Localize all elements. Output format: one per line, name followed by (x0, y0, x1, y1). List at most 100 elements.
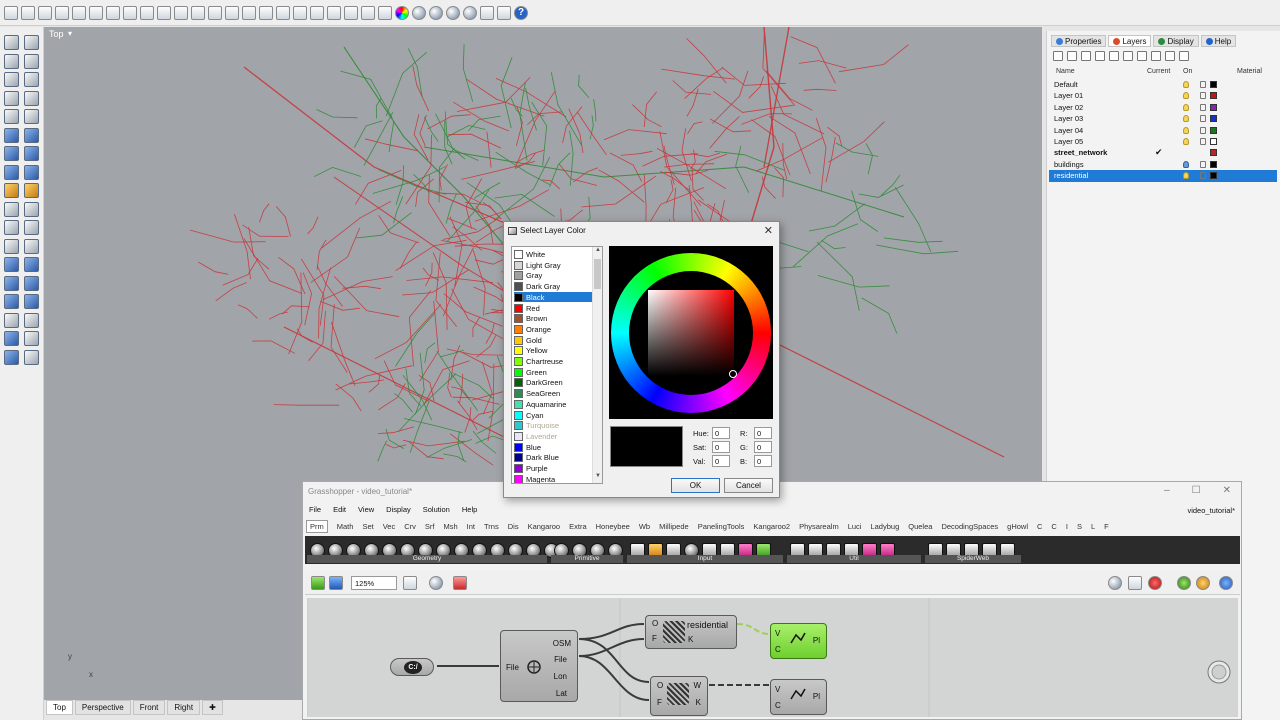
polygon-icon[interactable] (4, 90, 19, 106)
layer-visible-bulb-icon[interactable] (1183, 172, 1189, 180)
layer-menu-icon[interactable] (1165, 51, 1175, 61)
color-item-darkgreen[interactable]: DarkGreen (514, 377, 592, 388)
gh-tab-20[interactable]: Queleа (908, 522, 932, 531)
circle-icon[interactable] (4, 72, 19, 87)
color-item-red[interactable]: Red (514, 303, 592, 314)
layer-row-buildings[interactable]: buildings (1049, 159, 1277, 170)
ellipse-icon[interactable] (4, 109, 19, 124)
osm-output-lat[interactable]: Lat (556, 689, 567, 698)
zoom-window-icon[interactable] (191, 5, 205, 20)
tab-help[interactable]: Help (1200, 35, 1237, 47)
layer-visible-bulb-icon[interactable] (1183, 137, 1189, 145)
preview-selected-icon[interactable] (1177, 576, 1191, 590)
point-icon[interactable] (24, 35, 39, 50)
color-item-gray[interactable]: Gray (514, 270, 592, 281)
layer-visible-bulb-icon[interactable] (1183, 103, 1189, 111)
layer-color-swatch[interactable] (1210, 92, 1217, 100)
zoom-extents-icon[interactable] (403, 576, 417, 590)
column-current[interactable]: Current (1147, 68, 1170, 75)
print-icon[interactable] (55, 5, 69, 20)
preview-eye-icon[interactable] (429, 576, 443, 590)
gh-tab-22[interactable]: gHowl (1007, 522, 1028, 531)
color-item-magenta[interactable]: Magenta (514, 474, 592, 483)
layer-current-check[interactable]: ✔ (1155, 147, 1163, 158)
file-path-param[interactable]: C:/ (390, 658, 434, 676)
gh-tab-2[interactable]: Set (362, 522, 373, 531)
sketch-icon[interactable] (453, 576, 467, 590)
cancel-button[interactable]: Cancel (724, 478, 773, 493)
gh-tab-11[interactable]: Extra (569, 522, 587, 531)
box-icon[interactable] (4, 146, 19, 161)
new-sublayer-icon[interactable] (1067, 51, 1077, 61)
layer-lock-icon[interactable] (1200, 92, 1206, 100)
save-icon[interactable] (38, 5, 52, 20)
freeform-icon[interactable] (24, 109, 39, 124)
tools-icon[interactable] (1151, 51, 1161, 61)
rebuild-icon[interactable] (24, 238, 39, 254)
layer-lock-icon[interactable] (1200, 172, 1206, 180)
color-item-purple[interactable]: Purple (514, 463, 592, 474)
loft-icon[interactable] (24, 127, 39, 143)
add-viewport-tab[interactable]: ✚ (202, 700, 223, 715)
four-views-icon[interactable] (259, 5, 273, 20)
move-up-icon[interactable] (1095, 51, 1105, 61)
cut-icon[interactable] (72, 5, 86, 20)
gh-tab-19[interactable]: Ladybug (870, 522, 899, 531)
tab-layers[interactable]: Layers (1108, 35, 1152, 47)
wand-icon[interactable] (480, 5, 494, 20)
r-input[interactable]: 0 (754, 427, 772, 439)
color-item-turquoise[interactable]: Turquoise (514, 420, 592, 431)
residential-filter-component[interactable]: O F residential K (645, 615, 737, 649)
layer-visible-bulb-icon[interactable] (1183, 126, 1189, 134)
gh-tab-24[interactable]: C (1051, 522, 1056, 531)
sphere-rendered-icon[interactable] (429, 5, 443, 20)
color-item-cyan[interactable]: Cyan (514, 410, 592, 421)
gh-tab-7[interactable]: Int (467, 522, 475, 531)
gh-tab-15[interactable]: PanelingTools (698, 522, 745, 531)
filter2-output-k[interactable]: K (696, 698, 701, 707)
osm-output-file[interactable]: File (554, 655, 567, 664)
column-on[interactable]: On (1183, 68, 1192, 75)
transform-icon[interactable] (4, 275, 19, 291)
copy-icon[interactable] (89, 5, 103, 20)
layer-row-layer-04[interactable]: Layer 04 (1049, 125, 1277, 136)
explode-icon[interactable] (24, 220, 39, 235)
analyze-icon[interactable] (24, 294, 39, 309)
filter1-input-f[interactable]: F (652, 634, 657, 643)
sat-input[interactable]: 0 (712, 441, 730, 453)
document-name[interactable]: video_tutorial* (1187, 506, 1235, 515)
viewport-label[interactable]: Top (49, 29, 64, 39)
color-wheel-picker[interactable] (609, 246, 773, 419)
color-item-black[interactable]: Black (514, 291, 592, 303)
color-item-gold[interactable]: Gold (514, 335, 592, 346)
tools-icon[interactable] (497, 5, 511, 20)
b-input[interactable]: 0 (754, 455, 772, 467)
gh-tab-3[interactable]: Vec (383, 522, 396, 531)
extrude-icon[interactable] (24, 164, 39, 180)
gh-tab-0[interactable]: Prm (306, 520, 328, 533)
more-tools-icon[interactable] (24, 349, 39, 365)
maximize-icon[interactable]: ☐ (1192, 485, 1201, 496)
gh-tab-18[interactable]: Luci (848, 522, 862, 531)
menu-file[interactable]: File (309, 505, 321, 514)
layer-visible-bulb-icon[interactable] (1183, 92, 1189, 100)
target-icon[interactable] (293, 5, 307, 20)
color-item-chartreuse[interactable]: Chartreuse (514, 356, 592, 367)
layer-lock-icon[interactable] (1200, 126, 1206, 134)
delete-layer-icon[interactable] (1081, 51, 1091, 61)
tab-properties[interactable]: Properties (1051, 35, 1107, 47)
preview-shaded-icon[interactable] (1148, 576, 1162, 590)
layer-lock-icon[interactable] (1200, 160, 1206, 168)
color-item-blue[interactable]: Blue (514, 442, 592, 453)
osm-import-component[interactable]: File OSM File Lon Lat (500, 630, 578, 702)
layer-color-swatch[interactable] (1210, 126, 1217, 134)
close-icon[interactable]: ✕ (1223, 485, 1231, 496)
undo-icon[interactable] (123, 5, 137, 20)
curve-icon[interactable] (24, 53, 39, 69)
layer-color-swatch[interactable] (1210, 137, 1217, 145)
mirror-icon[interactable] (24, 275, 39, 291)
layer-row-layer-02[interactable]: Layer 02 (1049, 102, 1277, 113)
gh-tab-14[interactable]: Millipede (659, 522, 689, 531)
viewport-menu-arrow-icon[interactable]: ▾ (68, 29, 72, 38)
layer-color-swatch[interactable] (1210, 115, 1217, 123)
